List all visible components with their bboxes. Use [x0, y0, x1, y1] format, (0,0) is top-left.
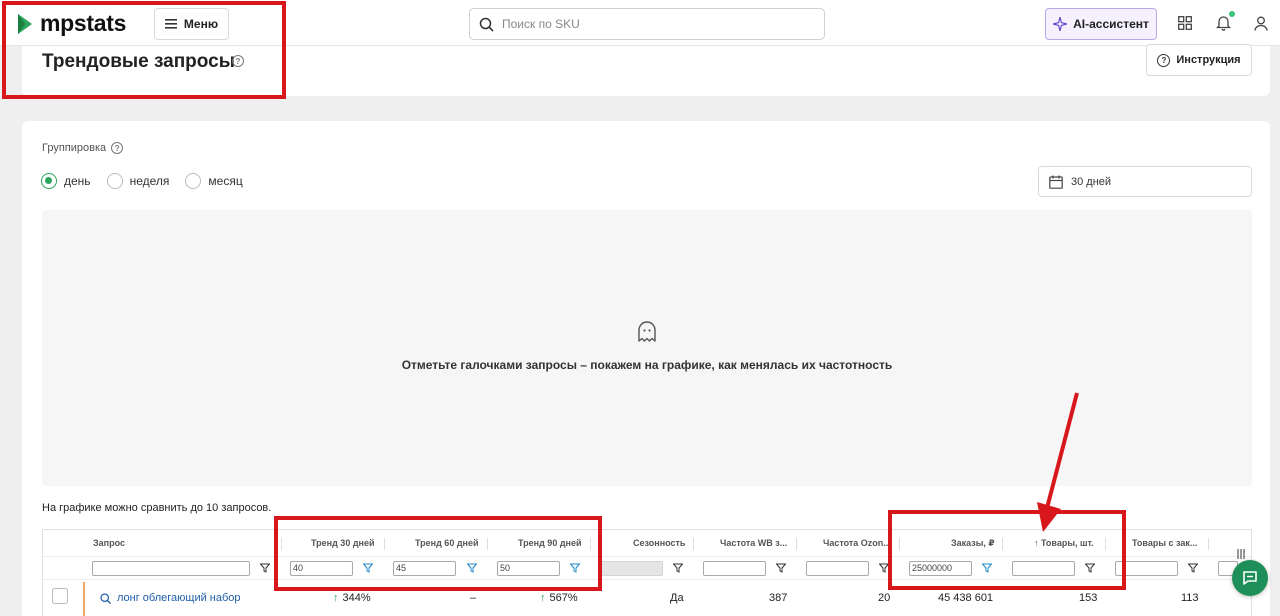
annotation-arrow — [1037, 392, 1079, 532]
